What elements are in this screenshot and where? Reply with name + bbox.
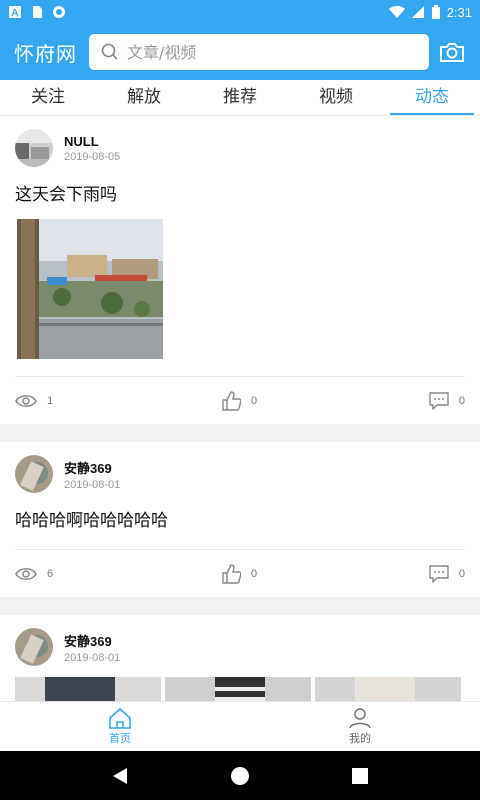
tab-video[interactable]: 视频 (288, 80, 384, 115)
view-count: 6 (15, 567, 53, 581)
recents-button[interactable] (345, 761, 375, 791)
post-image[interactable] (17, 219, 163, 359)
circle-icon (53, 6, 65, 18)
like-count-value: 0 (251, 394, 258, 407)
post-image[interactable] (15, 677, 161, 701)
post-text: 哈哈哈啊哈哈哈哈哈 (15, 511, 168, 531)
divider (0, 424, 480, 442)
recents-square-icon (352, 767, 368, 784)
post-header: 安静369 2019-08-01 (15, 454, 465, 494)
status-time: 2:31 (446, 4, 472, 20)
app-header: 怀府网 (0, 24, 480, 80)
sim-card-icon (33, 6, 42, 18)
status-bar: A 2:31 (0, 0, 480, 24)
comment-button[interactable]: 0 (429, 564, 465, 583)
tab-follow[interactable]: 关注 (0, 80, 96, 115)
wifi-icon (388, 6, 405, 18)
post-header: 安静369 2019-08-01 (15, 627, 465, 667)
post-card[interactable]: NULL 2019-08-05 这天会下雨吗 1 0 0 (0, 116, 480, 424)
search-box[interactable] (89, 34, 429, 70)
comment-icon (429, 391, 449, 410)
nav-profile[interactable]: 我的 (240, 702, 480, 751)
post-image-row (15, 677, 465, 701)
home-button[interactable] (225, 761, 255, 791)
tab-recommend[interactable]: 推荐 (192, 80, 288, 115)
tab-dynamic[interactable]: 动态 (384, 80, 480, 115)
home-circle-icon (231, 766, 249, 785)
like-button[interactable]: 0 (221, 390, 258, 411)
post-actions: 1 0 0 (15, 376, 465, 424)
post-text: 这天会下雨吗 (15, 185, 117, 205)
a-icon: A (9, 6, 21, 19)
post-actions: 6 0 0 (15, 549, 465, 597)
post-card[interactable]: 安静369 2019-08-01 哈哈哈啊哈哈哈哈哈 6 0 0 (0, 442, 480, 597)
post-image[interactable] (315, 677, 461, 701)
post-date: 2019-08-05 (64, 150, 121, 163)
system-nav-bar (0, 751, 480, 800)
nav-profile-label: 我的 (349, 732, 371, 745)
camera-button[interactable] (438, 38, 466, 66)
post-header: NULL 2019-08-05 (15, 128, 465, 168)
back-triangle-icon (113, 767, 127, 784)
post-card[interactable]: 安静369 2019-08-01 (0, 615, 480, 701)
comment-button[interactable]: 0 (429, 391, 465, 410)
comment-count-value: 0 (458, 394, 465, 407)
nav-home-label: 首页 (109, 732, 131, 745)
user-name[interactable]: NULL (64, 134, 120, 149)
eye-icon (15, 394, 37, 407)
view-count: 1 (15, 394, 53, 408)
svg-text:A: A (11, 8, 18, 19)
like-count-value: 0 (251, 567, 258, 580)
category-tabs: 关注 解放 推荐 视频 动态 (0, 80, 480, 116)
thumbs-up-icon (222, 390, 241, 411)
camera-icon (440, 43, 464, 62)
comment-count-value: 0 (458, 567, 465, 580)
comment-icon (429, 564, 449, 583)
user-icon (349, 708, 371, 729)
avatar[interactable] (15, 455, 53, 493)
app-title: 怀府网 (14, 41, 77, 66)
thumbs-up-icon (222, 563, 241, 584)
post-date: 2019-08-01 (64, 478, 121, 491)
divider (0, 597, 480, 615)
tab-jiefang[interactable]: 解放 (96, 80, 192, 115)
post-date: 2019-08-01 (64, 651, 121, 664)
view-count-value: 6 (47, 567, 54, 580)
search-input[interactable] (127, 42, 407, 62)
like-button[interactable]: 0 (221, 563, 258, 584)
nav-home[interactable]: 首页 (0, 702, 240, 751)
battery-icon (431, 5, 440, 19)
signal-icon (411, 6, 424, 18)
post-image[interactable] (165, 677, 311, 701)
view-count-value: 1 (47, 394, 54, 407)
user-name[interactable]: 安静369 (64, 631, 120, 650)
eye-icon (15, 567, 37, 580)
search-icon (101, 43, 118, 60)
avatar[interactable] (15, 628, 53, 666)
bottom-nav: 首页 我的 (0, 701, 480, 751)
avatar[interactable] (15, 129, 53, 167)
feed[interactable]: NULL 2019-08-05 这天会下雨吗 1 0 0 安静369 2019-… (0, 116, 480, 701)
user-name[interactable]: 安静369 (64, 458, 120, 477)
home-icon (109, 707, 131, 729)
back-button[interactable] (105, 761, 135, 791)
